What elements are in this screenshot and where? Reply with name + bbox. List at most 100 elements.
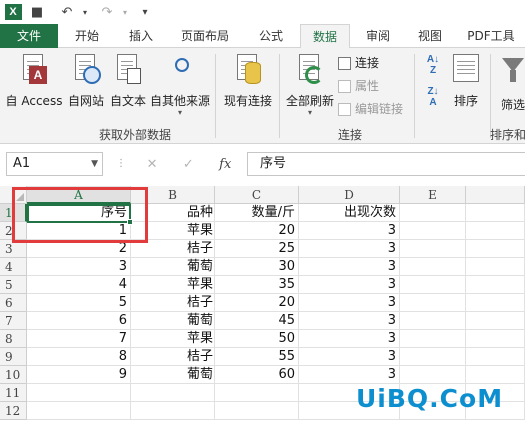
cell[interactable]: 20 <box>215 222 299 240</box>
cell[interactable]: 3 <box>299 258 400 276</box>
properties-button[interactable]: 属性 <box>338 77 379 95</box>
row-header-1[interactable]: 1 <box>0 204 27 222</box>
cell[interactable]: 数量/斤 <box>215 204 299 222</box>
cancel-icon[interactable]: ✕ <box>147 157 158 172</box>
tab-review[interactable]: 审阅 <box>354 24 402 48</box>
cell[interactable]: 苹果 <box>131 330 215 348</box>
cell[interactable] <box>400 258 466 276</box>
cell[interactable]: 葡萄 <box>131 366 215 384</box>
cell[interactable] <box>400 312 466 330</box>
cell[interactable]: 序号 <box>27 204 131 222</box>
cell[interactable]: 桔子 <box>131 294 215 312</box>
cell[interactable] <box>400 366 466 384</box>
cell[interactable]: 4 <box>27 276 131 294</box>
cell[interactable]: 3 <box>299 294 400 312</box>
cell[interactable]: 9 <box>27 366 131 384</box>
row-header-9[interactable]: 9 <box>0 348 27 366</box>
cell[interactable] <box>215 402 299 420</box>
cell[interactable] <box>400 222 466 240</box>
cell[interactable] <box>466 258 525 276</box>
resize-handle[interactable]: ⋮ <box>116 158 126 169</box>
from-text-button[interactable]: 自文本 <box>107 54 149 109</box>
insert-function-button[interactable]: fx <box>219 157 231 172</box>
cell[interactable] <box>466 222 525 240</box>
row-header-4[interactable]: 4 <box>0 258 27 276</box>
refresh-all-button[interactable]: 全部刷新 ▾ <box>284 54 336 117</box>
formula-input[interactable]: 序号 <box>247 152 525 176</box>
cell[interactable]: 品种 <box>131 204 215 222</box>
from-web-button[interactable]: 自网站 <box>64 54 108 109</box>
tab-home[interactable]: 开始 <box>62 24 112 48</box>
row-header-10[interactable]: 10 <box>0 366 27 384</box>
row-header-12[interactable]: 12 <box>0 402 27 420</box>
row-header-2[interactable]: 2 <box>0 222 27 240</box>
tab-view[interactable]: 视图 <box>406 24 454 48</box>
tab-file[interactable]: 文件 <box>0 24 58 48</box>
cell[interactable] <box>131 402 215 420</box>
from-access-button[interactable]: A 自 Access <box>4 54 64 109</box>
column-header-b[interactable]: B <box>131 186 215 204</box>
cell[interactable] <box>466 204 525 222</box>
undo-button[interactable]: ↶ <box>56 2 78 22</box>
cell[interactable]: 55 <box>215 348 299 366</box>
cell[interactable] <box>400 240 466 258</box>
cell[interactable]: 60 <box>215 366 299 384</box>
cell[interactable]: 3 <box>299 366 400 384</box>
sort-ascending-button[interactable]: A↓ Z Z↓ A <box>420 54 446 108</box>
cell[interactable]: 葡萄 <box>131 312 215 330</box>
name-box[interactable]: A1 ▼ <box>6 152 103 176</box>
existing-connections-button[interactable]: 现有连接 <box>220 54 276 109</box>
filter-button[interactable]: 筛选 <box>496 54 525 113</box>
save-button[interactable]: ■ <box>26 2 48 22</box>
cell[interactable]: 25 <box>215 240 299 258</box>
redo-dropdown[interactable]: ▾ <box>120 2 130 22</box>
cell[interactable]: 苹果 <box>131 276 215 294</box>
cell[interactable] <box>400 276 466 294</box>
tab-pdf-tools[interactable]: PDF工具 <box>460 24 522 48</box>
cell[interactable] <box>466 348 525 366</box>
cell[interactable]: 3 <box>299 240 400 258</box>
from-other-sources-button[interactable]: 自其他来源 ▾ <box>148 54 212 117</box>
cell[interactable]: 8 <box>27 348 131 366</box>
row-header-7[interactable]: 7 <box>0 312 27 330</box>
cell[interactable]: 出现次数 <box>299 204 400 222</box>
column-header-e[interactable]: E <box>400 186 466 204</box>
cell[interactable]: 3 <box>299 348 400 366</box>
cell[interactable]: 3 <box>299 276 400 294</box>
cell[interactable] <box>400 294 466 312</box>
cell[interactable] <box>400 204 466 222</box>
cell[interactable]: 50 <box>215 330 299 348</box>
cell[interactable] <box>27 402 131 420</box>
select-all-button[interactable] <box>0 186 27 204</box>
cell[interactable]: 葡萄 <box>131 258 215 276</box>
fill-handle[interactable] <box>127 219 133 225</box>
confirm-icon[interactable]: ✓ <box>183 157 194 172</box>
cell[interactable]: 35 <box>215 276 299 294</box>
cell[interactable]: 桔子 <box>131 348 215 366</box>
cell[interactable] <box>466 240 525 258</box>
cell[interactable]: 5 <box>27 294 131 312</box>
column-header-a[interactable]: A <box>27 186 131 204</box>
connections-button[interactable]: 连接 <box>338 54 379 72</box>
row-header-5[interactable]: 5 <box>0 276 27 294</box>
cell[interactable]: 1 <box>27 222 131 240</box>
tab-insert[interactable]: 插入 <box>116 24 166 48</box>
cell[interactable] <box>466 366 525 384</box>
sort-button[interactable]: 排序 <box>448 54 484 109</box>
customize-qat-button[interactable]: ▾ <box>134 2 156 22</box>
edit-links-button[interactable]: 编辑链接 <box>338 100 403 118</box>
cell[interactable] <box>131 384 215 402</box>
cell[interactable]: 2 <box>27 240 131 258</box>
cell[interactable]: 45 <box>215 312 299 330</box>
cell[interactable] <box>27 384 131 402</box>
row-header-8[interactable]: 8 <box>0 330 27 348</box>
cell[interactable]: 苹果 <box>131 222 215 240</box>
cell[interactable] <box>466 294 525 312</box>
cell[interactable] <box>466 330 525 348</box>
row-header-3[interactable]: 3 <box>0 240 27 258</box>
cell[interactable] <box>215 384 299 402</box>
tab-formulas[interactable]: 公式 <box>246 24 296 48</box>
cell[interactable] <box>400 348 466 366</box>
cell[interactable]: 3 <box>299 330 400 348</box>
cell[interactable]: 6 <box>27 312 131 330</box>
